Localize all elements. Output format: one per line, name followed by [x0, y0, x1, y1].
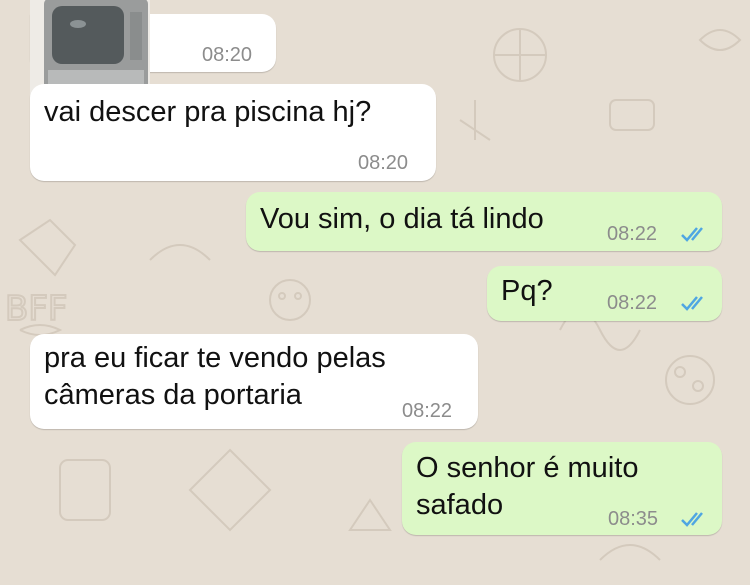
message-timestamp: 08:22	[607, 292, 658, 314]
message-text: safado	[416, 489, 504, 521]
message-text: Vou sim, o dia tá lindo	[260, 203, 544, 235]
svg-text:BFF: BFF	[5, 289, 67, 329]
outgoing-text-message[interactable]: Pq? 08:22	[487, 266, 722, 321]
message-text: vai descer pra piscina hj?	[44, 96, 372, 128]
message-timestamp: 08:20	[202, 44, 253, 66]
double-check-icon	[681, 227, 703, 242]
outgoing-text-message[interactable]: Vou sim, o dia tá lindo 08:22	[246, 192, 722, 251]
message-text: Pq?	[501, 275, 553, 307]
message-timestamp: 08:35	[608, 508, 659, 530]
message-timestamp: 08:22	[402, 400, 453, 422]
double-check-icon	[681, 512, 703, 527]
message-text: câmeras da portaria	[44, 379, 302, 411]
message-text: O senhor é muito	[416, 452, 639, 484]
outgoing-text-message[interactable]: O senhor é muito safado 08:35	[402, 442, 722, 535]
message-timestamp: 08:22	[607, 223, 658, 245]
incoming-image-message[interactable]: 08:20	[30, 0, 276, 108]
message-timestamp: 08:20	[358, 152, 409, 174]
message-text: pra eu ficar te vendo pelas	[44, 342, 386, 374]
incoming-text-message[interactable]: vai descer pra piscina hj? 08:20	[30, 84, 436, 181]
incoming-text-message[interactable]: pra eu ficar te vendo pelas câmeras da p…	[30, 334, 478, 429]
double-check-icon	[681, 296, 703, 311]
